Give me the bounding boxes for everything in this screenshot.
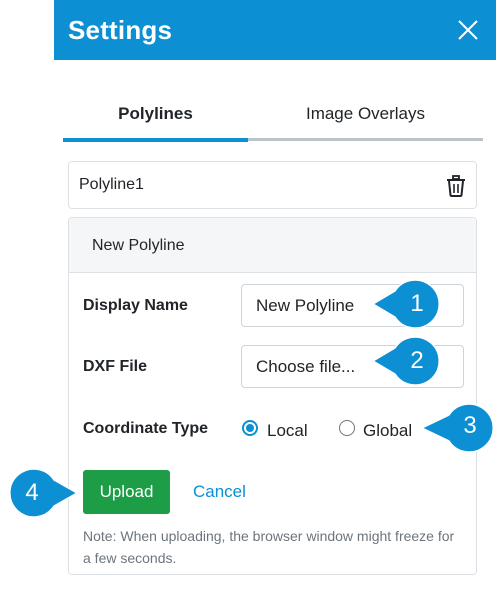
tab-bar: Polylines Image Overlays bbox=[63, 96, 483, 142]
polyline-name: Polyline1 bbox=[79, 176, 144, 193]
radio-unchecked-icon[interactable] bbox=[339, 420, 355, 436]
upload-note: Note: When uploading, the browser window… bbox=[83, 528, 455, 566]
callout-1: 1 bbox=[370, 277, 440, 331]
callout-4: 4 bbox=[0, 466, 80, 520]
tab-image-overlays[interactable]: Image Overlays bbox=[248, 96, 483, 141]
callout-number: 3 bbox=[463, 412, 477, 439]
list-item[interactable]: Polyline1 bbox=[68, 161, 477, 209]
radio-checked-icon[interactable] bbox=[242, 420, 258, 436]
display-name-label: Display Name bbox=[83, 297, 188, 314]
settings-header: Settings bbox=[54, 0, 496, 60]
callout-number: 2 bbox=[410, 347, 424, 374]
cancel-button[interactable]: Cancel bbox=[193, 482, 246, 502]
dxf-file-label: DXF File bbox=[83, 358, 148, 375]
callout-number: 1 bbox=[410, 290, 424, 317]
close-icon[interactable] bbox=[458, 20, 478, 40]
callout-2: 2 bbox=[370, 334, 440, 388]
tab-polylines[interactable]: Polylines bbox=[63, 96, 248, 142]
coordinate-type-label: Coordinate Type bbox=[83, 420, 209, 437]
page-title: Settings bbox=[68, 15, 173, 45]
card-title: New Polyline bbox=[92, 237, 185, 254]
trash-icon[interactable] bbox=[446, 175, 466, 197]
callout-3: 3 bbox=[419, 399, 496, 453]
radio-global-label: Global bbox=[363, 421, 413, 440]
radio-local-label: Local bbox=[267, 421, 308, 440]
card-header: New Polyline bbox=[69, 218, 476, 273]
upload-button[interactable]: Upload bbox=[83, 470, 170, 514]
new-polyline-card: New Polyline Display Name New Polyline D… bbox=[68, 217, 477, 575]
callout-number: 4 bbox=[25, 479, 39, 506]
